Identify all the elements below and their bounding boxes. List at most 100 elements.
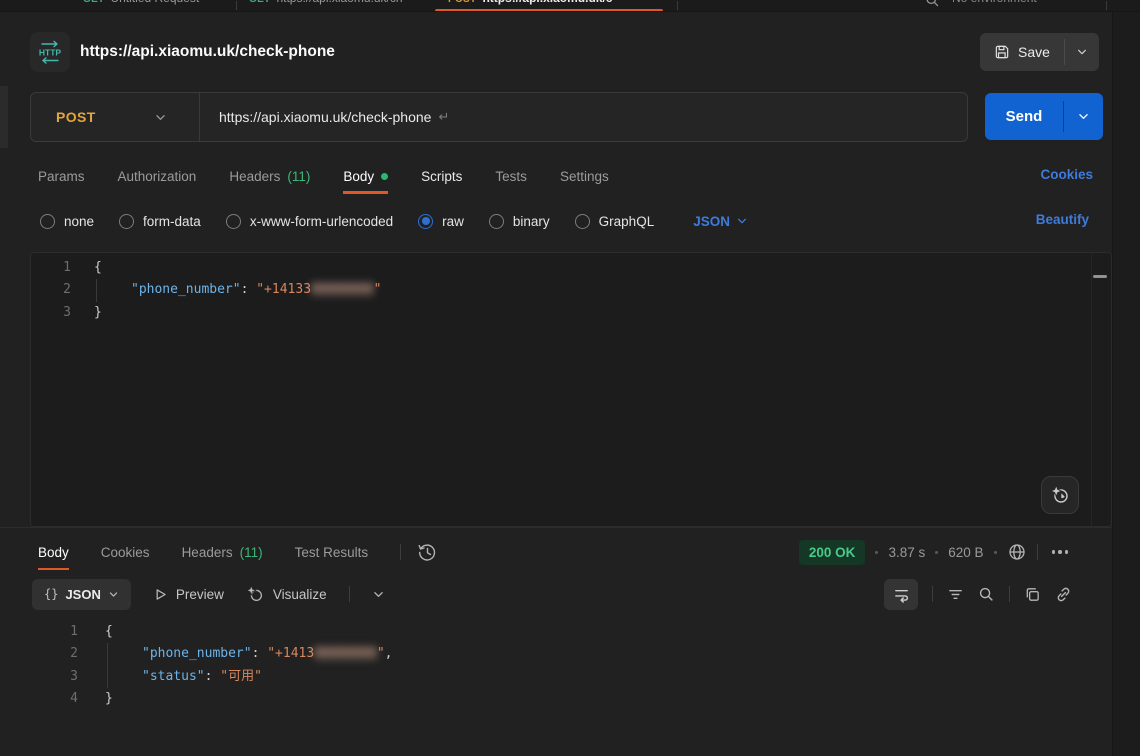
response-toolbar-right <box>884 577 1072 611</box>
send-options-button[interactable] <box>1064 93 1103 140</box>
code-line: 1 { <box>30 621 1110 643</box>
cookies-link[interactable]: Cookies <box>1040 167 1093 182</box>
braces-glyph: {} <box>44 587 58 601</box>
search-icon[interactable] <box>925 0 940 8</box>
radio-graphql[interactable]: GraphQL <box>575 214 655 229</box>
code-token: { <box>94 257 102 279</box>
response-format-dropdown[interactable]: {} JSON <box>32 579 131 610</box>
send-button[interactable]: Send <box>985 93 1063 140</box>
radio-circle <box>575 214 590 229</box>
request-tab-2[interactable]: GEThttps://api.xiaomu.uk/ch <box>249 0 403 11</box>
headers-count: (11) <box>240 545 263 560</box>
tab-params[interactable]: Params <box>38 158 85 194</box>
radio-label: form-data <box>143 214 201 229</box>
code-line: 2 "phone_number": "+1413300000000" <box>31 279 1111 301</box>
more-options-icon[interactable] <box>1048 546 1073 558</box>
tab-headers[interactable]: Headers(11) <box>229 158 310 194</box>
request-body-editor[interactable]: 1 { 2 "phone_number": "+1413300000000" 3… <box>30 252 1112 527</box>
tab-authorization[interactable]: Authorization <box>118 158 197 194</box>
method-badge: POST <box>448 0 476 5</box>
editor-scrollbar[interactable] <box>1091 253 1111 526</box>
save-button[interactable]: Save <box>980 33 1064 71</box>
dot-separator <box>935 551 938 554</box>
code-token: : <box>205 669 221 684</box>
tab-body[interactable]: Body <box>343 158 388 194</box>
wrap-line-button[interactable] <box>884 579 918 610</box>
body-format-dropdown[interactable]: JSON <box>693 214 748 229</box>
radio-x-www-form-urlencoded[interactable]: x-www-form-urlencoded <box>226 214 393 229</box>
tab-title: Untitled Request <box>110 0 199 5</box>
chevron-down-icon[interactable] <box>372 588 385 601</box>
request-tab-1[interactable]: GET Untitled Request <box>83 0 199 11</box>
sparkle-icon <box>246 585 265 604</box>
radio-circle <box>489 214 504 229</box>
code-token: } <box>94 302 102 324</box>
json-value: "+14133 <box>256 282 311 297</box>
beautify-link[interactable]: Beautify <box>1036 212 1089 227</box>
copy-icon[interactable] <box>1024 586 1041 603</box>
status-badge[interactable]: 200 OK <box>799 540 866 565</box>
chevron-down-icon <box>108 589 119 600</box>
save-options-button[interactable] <box>1065 33 1099 71</box>
chevron-down-icon <box>1076 46 1088 58</box>
svg-text:HTTP: HTTP <box>39 48 62 58</box>
filter-icon[interactable] <box>947 586 964 603</box>
chevron-down-icon <box>1077 110 1090 123</box>
tab-label: Headers <box>182 545 233 560</box>
method-badge: GET <box>83 0 104 5</box>
radio-label: raw <box>442 214 464 229</box>
save-split-button: Save <box>980 33 1099 71</box>
request-title: https://api.xiaomu.uk/check-phone <box>80 43 335 61</box>
code-line: 1 { <box>31 257 1111 279</box>
line-number: 2 <box>31 279 71 301</box>
headers-count: (11) <box>287 169 310 184</box>
url-input[interactable]: https://api.xiaomu.uk/check-phone ↵ <box>219 109 967 125</box>
link-icon[interactable] <box>1055 586 1072 603</box>
code-token: : <box>241 282 257 297</box>
tab-response-headers[interactable]: Headers (11) <box>182 534 263 570</box>
radio-raw[interactable]: raw <box>418 214 464 229</box>
tab-tests[interactable]: Tests <box>495 158 527 194</box>
url-bar-divider <box>199 93 200 141</box>
response-size[interactable]: 620 B <box>948 545 983 560</box>
search-icon[interactable] <box>978 586 995 603</box>
tab-label: Test Results <box>295 545 369 560</box>
response-body-code[interactable]: 1 { 2 "phone_number": "+141300000000", 3… <box>30 617 1110 711</box>
method-dropdown[interactable]: POST <box>31 109 199 125</box>
modified-dot <box>381 173 388 180</box>
tab-label: Body <box>343 169 374 184</box>
visualize-button[interactable]: Visualize <box>246 585 327 604</box>
radio-binary[interactable]: binary <box>489 214 550 229</box>
workspace-tab-bar: GETUntitled Request GEThttps://api.xiaom… <box>0 0 1140 12</box>
method-badge: GET <box>249 0 270 5</box>
tab-response-cookies[interactable]: Cookies <box>101 534 150 570</box>
postbot-button[interactable] <box>1041 476 1079 514</box>
request-body-code: 1 { 2 "phone_number": "+1413300000000" 3… <box>31 253 1111 324</box>
postbot-sparkle-icon <box>1050 485 1071 506</box>
radio-form-data[interactable]: form-data <box>119 214 201 229</box>
response-pane: Body Cookies Headers (11) Test Results 20… <box>0 527 1112 756</box>
history-icon[interactable] <box>417 542 438 563</box>
radio-circle-selected <box>418 214 433 229</box>
app-window: GETUntitled Request GEThttps://api.xiaom… <box>0 0 1140 756</box>
preview-button[interactable]: Preview <box>153 587 224 602</box>
dot-separator <box>875 551 878 554</box>
scrollbar-thumb[interactable] <box>1093 275 1107 278</box>
toolbar-divider <box>349 586 350 602</box>
tab-title: https://api.xiaomu.uk/c <box>482 0 612 5</box>
format-label: JSON <box>65 587 100 602</box>
tab-test-results[interactable]: Test Results <box>295 534 369 570</box>
radio-none[interactable]: none <box>40 214 94 229</box>
tab-response-body[interactable]: Body <box>38 534 69 570</box>
globe-icon[interactable] <box>1007 542 1027 562</box>
radio-label: binary <box>513 214 550 229</box>
code-token: } <box>105 688 113 710</box>
line-number: 3 <box>30 666 78 688</box>
environment-selector[interactable]: No environment <box>952 0 1037 11</box>
request-tabs: Params Authorization Headers(11) Body Sc… <box>0 158 1110 194</box>
response-time[interactable]: 3.87 s <box>888 545 925 560</box>
tab-scripts[interactable]: Scripts <box>421 158 462 194</box>
toolbar-divider <box>932 586 933 602</box>
format-label: JSON <box>693 214 730 229</box>
tab-settings[interactable]: Settings <box>560 158 609 194</box>
